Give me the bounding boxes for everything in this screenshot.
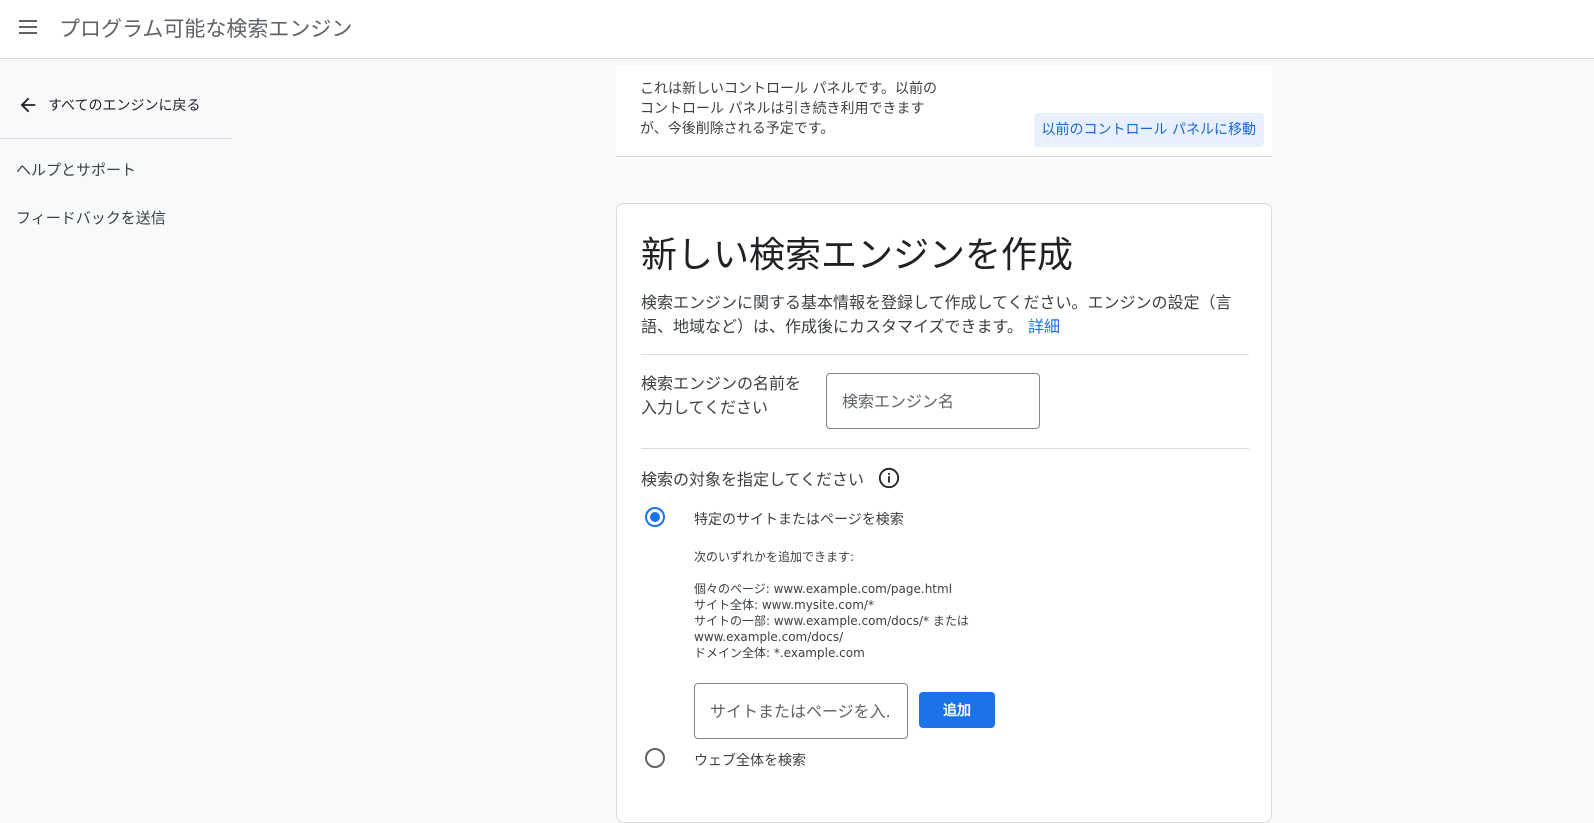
divider: [641, 448, 1249, 449]
sidebar-item-help[interactable]: ヘルプとサポート: [16, 159, 136, 180]
hint-line: www.example.com/docs/: [694, 630, 844, 644]
hint-line: サイトの一部: www.example.com/docs/* または: [694, 614, 969, 628]
hamburger-menu-icon[interactable]: [14, 13, 42, 41]
hint-line: サイト全体: www.mysite.com/*: [694, 598, 874, 612]
radio-specific-sites[interactable]: [645, 507, 665, 527]
radio-entire-web[interactable]: [645, 748, 665, 768]
description-text: 検索エンジンに関する基本情報を登録して作成してください。エンジンの設定（言語、地…: [641, 293, 1232, 336]
notice-text: これは新しいコントロール パネルです。以前のコントロール パネルは引き続き利用で…: [640, 81, 938, 137]
hint-line: 個々のページ: www.example.com/page.html: [694, 582, 953, 596]
radio-entire-web-label: ウェブ全体を検索: [694, 753, 806, 769]
go-to-legacy-panel-button[interactable]: 以前のコントロール パネルに移動: [1033, 113, 1264, 147]
search-target-label: 検索の対象を指定してください: [641, 466, 900, 490]
divider: [641, 354, 1249, 355]
engine-name-input[interactable]: [826, 373, 1040, 429]
create-description: 検索エンジンに関する基本情報を登録して作成してください。エンジンの設定（言語、地…: [641, 291, 1241, 339]
sidebar-divider: [0, 138, 232, 139]
page-title: 新しい検索エンジンを作成: [641, 235, 1074, 276]
info-icon[interactable]: [878, 467, 900, 489]
sidebar: すべてのエンジンに戻る ヘルプとサポート フィードバックを送信: [0, 59, 232, 797]
hint-intro: 次のいずれかを追加できます:: [694, 550, 855, 564]
app-title: プログラム可能な検索エンジン: [59, 17, 353, 41]
radio-specific-sites-label: 特定のサイトまたはページを検索: [694, 512, 904, 528]
site-url-input[interactable]: [694, 683, 908, 739]
back-to-all-engines-link[interactable]: すべてのエンジンに戻る: [17, 94, 200, 116]
sidebar-item-feedback[interactable]: フィードバックを送信: [16, 207, 166, 228]
add-site-button[interactable]: 追加: [919, 692, 995, 728]
engine-name-label: 検索エンジンの名前を入力してください: [641, 374, 802, 417]
create-engine-card: 新しい検索エンジンを作成 検索エンジンに関する基本情報を登録して作成してください…: [616, 203, 1272, 823]
details-link[interactable]: 詳細: [1028, 317, 1060, 336]
top-app-bar: プログラム可能な検索エンジン: [0, 0, 1594, 59]
legacy-panel-notice: これは新しいコントロール パネルです。以前のコントロール パネルは引き続き利用で…: [616, 65, 1272, 157]
back-link-label: すべてのエンジンに戻る: [48, 98, 201, 114]
hint-line: ドメイン全体: *.example.com: [694, 646, 865, 660]
arrow-back-icon: [20, 97, 36, 113]
search-target-text: 検索の対象を指定してください: [641, 470, 865, 489]
